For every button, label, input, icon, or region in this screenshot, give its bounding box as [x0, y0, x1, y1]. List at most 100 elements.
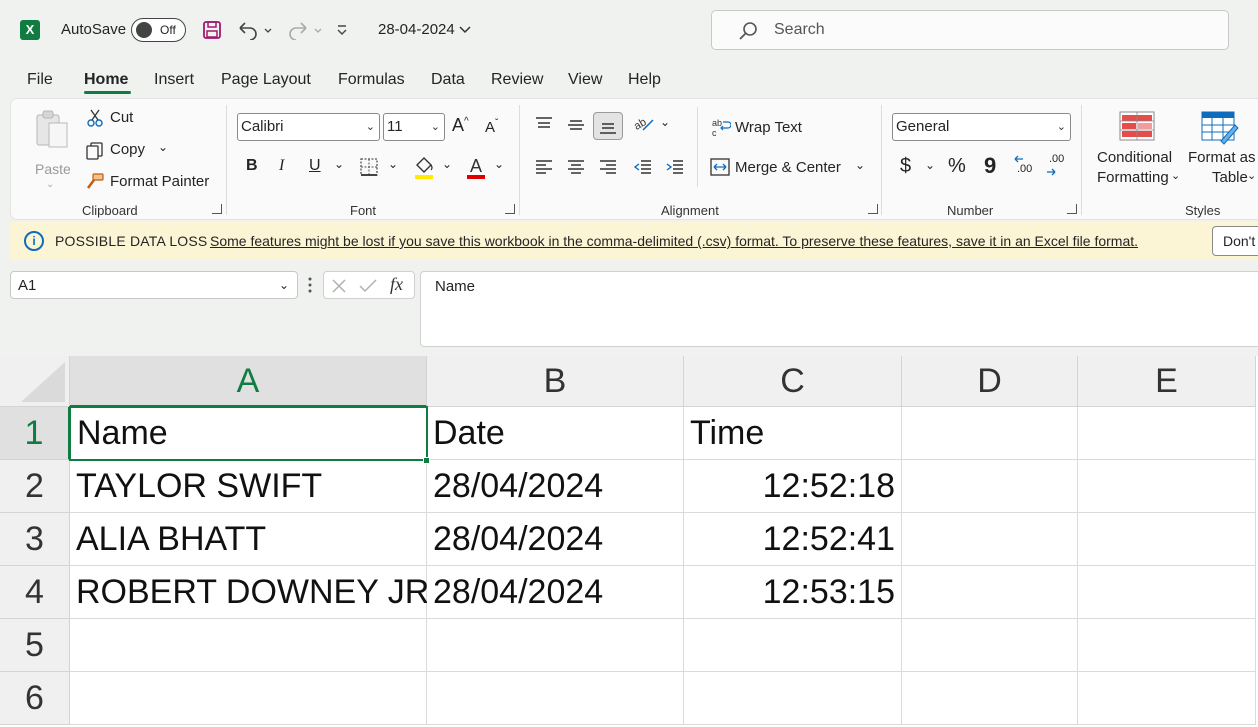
- cut-icon[interactable]: [86, 109, 104, 130]
- cell-c2[interactable]: 12:52:18: [684, 460, 902, 513]
- borders-icon[interactable]: [359, 157, 379, 180]
- wrap-text-button[interactable]: Wrap Text: [735, 119, 802, 136]
- align-bottom-icon[interactable]: [593, 112, 623, 140]
- cell-e5[interactable]: [1078, 619, 1256, 672]
- tab-help[interactable]: Help: [628, 71, 661, 89]
- tab-insert[interactable]: Insert: [154, 71, 194, 89]
- chevron-down-icon[interactable]: ⌄: [855, 158, 865, 172]
- chevron-down-icon[interactable]: ⌄: [442, 157, 452, 171]
- search-input[interactable]: Search: [711, 10, 1229, 50]
- cell-d4[interactable]: [902, 566, 1078, 619]
- dialog-launcher-icon[interactable]: [212, 204, 222, 214]
- row-header-1[interactable]: 1: [0, 407, 70, 460]
- align-left-icon[interactable]: [534, 157, 554, 180]
- cell-c5[interactable]: [684, 619, 902, 672]
- cancel-formula-icon[interactable]: [330, 277, 348, 298]
- cell-a3[interactable]: ALIA BHATT: [70, 513, 427, 566]
- copy-button[interactable]: Copy: [110, 141, 145, 158]
- cell-d1[interactable]: [902, 407, 1078, 460]
- formula-input[interactable]: Name: [420, 271, 1258, 347]
- cell-c1[interactable]: Time: [684, 407, 902, 460]
- row-header-6[interactable]: 6: [0, 672, 70, 725]
- tab-formulas[interactable]: Formulas: [338, 71, 405, 89]
- row-header-2[interactable]: 2: [0, 460, 70, 513]
- cell-d6[interactable]: [902, 672, 1078, 725]
- tab-review[interactable]: Review: [491, 71, 543, 89]
- merge-center-button[interactable]: Merge & Center: [735, 159, 841, 176]
- column-header-b[interactable]: B: [427, 356, 684, 407]
- cell-b3[interactable]: 28/04/2024: [427, 513, 684, 566]
- more-options-icon[interactable]: [306, 276, 314, 297]
- cut-button[interactable]: Cut: [110, 109, 133, 126]
- redo-icon[interactable]: [284, 16, 324, 44]
- align-center-icon[interactable]: [566, 157, 586, 180]
- font-name-select[interactable]: Calibri ⌄: [237, 113, 380, 141]
- tab-view[interactable]: View: [568, 71, 602, 89]
- cell-e3[interactable]: [1078, 513, 1256, 566]
- format-painter-icon[interactable]: [85, 172, 105, 195]
- tab-page-layout[interactable]: Page Layout: [221, 71, 311, 89]
- customize-toolbar-icon[interactable]: [334, 16, 350, 44]
- cell-a1[interactable]: Name: [69, 406, 428, 461]
- cell-a4[interactable]: ROBERT DOWNEY JR.: [70, 566, 439, 619]
- cell-b4[interactable]: 28/04/2024: [427, 566, 684, 619]
- align-top-icon[interactable]: [534, 115, 554, 138]
- chevron-down-icon[interactable]: ⌄: [334, 157, 344, 171]
- row-header-5[interactable]: 5: [0, 619, 70, 672]
- tab-file[interactable]: File: [27, 71, 53, 89]
- currency-button[interactable]: $: [900, 155, 911, 178]
- copy-icon[interactable]: [85, 141, 105, 164]
- fill-color-icon[interactable]: [413, 155, 435, 182]
- tab-home[interactable]: Home: [84, 71, 128, 89]
- name-box[interactable]: A1 ⌄: [10, 271, 298, 299]
- decrease-indent-icon[interactable]: [633, 157, 653, 180]
- column-header-c[interactable]: C: [684, 356, 902, 407]
- font-size-select[interactable]: 11 ⌄: [383, 113, 445, 141]
- dont-show-again-button[interactable]: Don't: [1212, 226, 1258, 256]
- autosave-toggle[interactable]: Off: [131, 18, 186, 42]
- cell-d5[interactable]: [902, 619, 1078, 672]
- chevron-down-icon[interactable]: ⌄: [279, 278, 289, 292]
- cell-b6[interactable]: [427, 672, 684, 725]
- cell-a2[interactable]: TAYLOR SWIFT: [70, 460, 427, 513]
- italic-button[interactable]: I: [279, 157, 284, 175]
- cell-c6[interactable]: [684, 672, 902, 725]
- format-painter-button[interactable]: Format Painter: [110, 173, 209, 190]
- number-format-select[interactable]: General ⌄: [892, 113, 1071, 141]
- select-all-button[interactable]: [0, 356, 70, 407]
- chevron-down-icon[interactable]: ⌄: [925, 158, 935, 172]
- merge-center-icon[interactable]: [709, 157, 731, 180]
- column-header-a[interactable]: A: [70, 356, 427, 407]
- undo-icon[interactable]: [234, 16, 274, 44]
- chevron-down-icon[interactable]: ⌄: [158, 140, 168, 154]
- chevron-down-icon[interactable]: ⌄: [388, 157, 398, 171]
- row-header-4[interactable]: 4: [0, 566, 70, 619]
- format-as-table-button[interactable]: Format as Table ⌄: [1187, 109, 1258, 191]
- chevron-down-icon[interactable]: ⌄: [660, 115, 670, 129]
- cell-b1[interactable]: Date: [427, 407, 684, 460]
- comma-style-button[interactable]: 9: [984, 153, 996, 179]
- fill-handle[interactable]: [423, 457, 430, 464]
- row-header-3[interactable]: 3: [0, 513, 70, 566]
- chevron-down-icon[interactable]: [458, 22, 472, 38]
- conditional-formatting-button[interactable]: Conditional Formatting ⌄: [1093, 109, 1181, 191]
- cell-b2[interactable]: 28/04/2024: [427, 460, 684, 513]
- decrease-font-size-icon[interactable]: Aˇ: [485, 118, 498, 136]
- orientation-icon[interactable]: ab: [632, 114, 655, 137]
- increase-decimal-icon[interactable]: .00: [1013, 153, 1037, 179]
- cell-e1[interactable]: [1078, 407, 1256, 460]
- bold-button[interactable]: B: [246, 157, 258, 175]
- confirm-formula-icon[interactable]: [358, 277, 378, 298]
- cell-a6[interactable]: [70, 672, 427, 725]
- cell-d3[interactable]: [902, 513, 1078, 566]
- warning-message-link[interactable]: Some features might be lost if you save …: [210, 233, 1138, 249]
- cell-e6[interactable]: [1078, 672, 1256, 725]
- dialog-launcher-icon[interactable]: [868, 204, 878, 214]
- cell-c3[interactable]: 12:52:41: [684, 513, 902, 566]
- cell-e4[interactable]: [1078, 566, 1256, 619]
- cell-c4[interactable]: 12:53:15: [684, 566, 902, 619]
- cell-e2[interactable]: [1078, 460, 1256, 513]
- cell-b5[interactable]: [427, 619, 684, 672]
- align-middle-icon[interactable]: [566, 115, 586, 138]
- increase-font-size-icon[interactable]: A^: [452, 115, 469, 136]
